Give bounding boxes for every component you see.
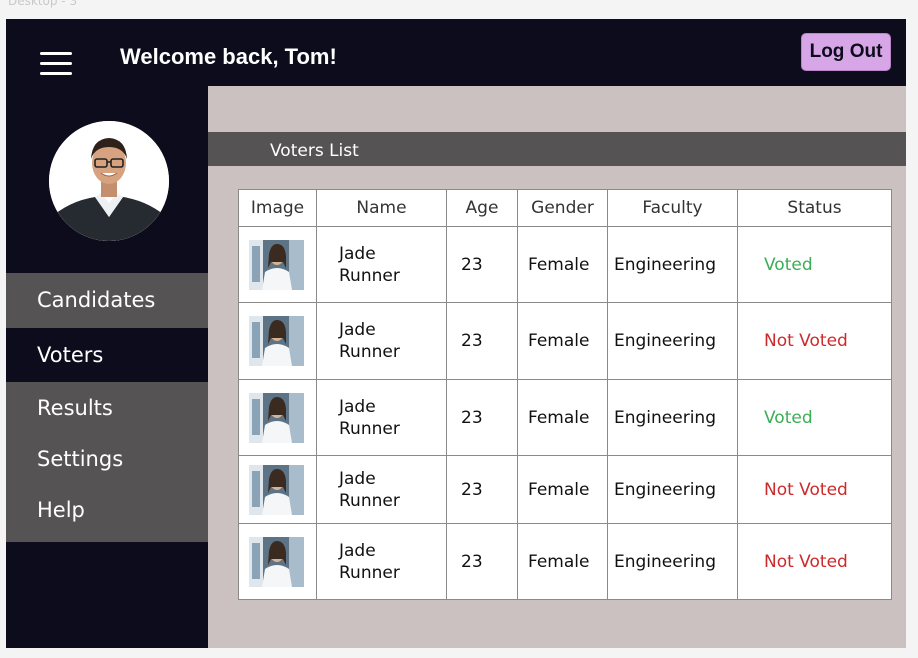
voter-status: Not Voted [737,455,892,524]
voter-last-name: Runner [339,265,400,286]
voter-image-cell [238,302,317,380]
voter-image-cell [238,226,317,303]
logout-button[interactable]: Log Out [801,33,891,71]
sidebar-item-help[interactable]: Help [6,485,208,542]
voter-faculty: Engineering [607,302,738,380]
welcome-message: Welcome back, Tom! [120,44,337,69]
sidebar-item-settings[interactable]: Settings [6,434,208,485]
sidebar-item-candidates[interactable]: Candidates [6,273,208,328]
table-row[interactable]: Jade Runner 23 Female Engineering Not Vot… [238,455,892,524]
voter-last-name: Runner [339,562,400,583]
voter-age: 23 [446,302,518,380]
voter-faculty: Engineering [607,523,738,600]
voter-age: 23 [446,226,518,303]
voter-age: 23 [446,379,518,456]
column-header-status: Status [737,189,892,227]
voter-name-cell: Jade Runner [316,226,447,303]
sidebar: Candidates Voters Results Settings Help [6,86,208,648]
voter-faculty: Engineering [607,226,738,303]
voter-image-cell [238,455,317,524]
voter-first-name: Jade [339,320,376,340]
voter-photo [249,239,304,290]
voter-gender: Female [517,379,608,456]
voter-name-cell: Jade Runner [316,455,447,524]
voter-name-cell: Jade Runner [316,379,447,456]
table-row[interactable]: Jade Runner 23 Female Engineering Voted [238,226,892,303]
voter-image-cell [238,379,317,456]
table-header-row: Image Name Age Gender Faculty Status [238,189,892,227]
sidebar-item-voters[interactable]: Voters [6,328,208,382]
voter-gender: Female [517,302,608,380]
avatar [49,121,169,241]
voter-photo [249,536,304,587]
voter-photo [249,392,304,443]
voter-name-cell: Jade Runner [316,302,447,380]
app-window: Welcome back, Tom! Log Out Candidates Vo… [6,19,906,648]
voter-photo [249,464,304,515]
main-content: Voters List Image Name Age Gender Facult… [208,86,906,648]
voter-status: Voted [737,226,892,303]
voter-first-name: Jade [339,396,376,417]
table-row[interactable]: Jade Runner 23 Female Engineering Not Vot… [238,523,892,600]
column-header-age: Age [446,189,518,227]
voter-gender: Female [517,226,608,303]
voter-status: Not Voted [737,523,892,600]
voter-age: 23 [446,455,518,524]
voter-image-cell [238,523,317,600]
voters-table: Image Name Age Gender Faculty Status Jad… [238,189,892,600]
sidebar-item-results[interactable]: Results [6,382,208,434]
voter-gender: Female [517,523,608,600]
table-row[interactable]: Jade Runner 23 Female Engineering Not Vot… [238,302,892,380]
column-header-image: Image [238,189,317,227]
voter-first-name: Jade [339,540,376,561]
voter-status: Voted [737,379,892,456]
top-bar: Welcome back, Tom! Log Out [6,19,906,86]
voter-photo [249,316,304,366]
voter-gender: Female [517,455,608,524]
voter-first-name: Jade [339,468,376,489]
voters-list-title: Voters List [208,132,906,166]
voter-age: 23 [446,523,518,600]
voter-first-name: Jade [339,243,376,264]
voter-name-cell: Jade Runner [316,523,447,600]
column-header-gender: Gender [517,189,608,227]
voter-faculty: Engineering [607,455,738,524]
column-header-faculty: Faculty [607,189,738,227]
hamburger-menu-icon[interactable] [40,52,72,76]
table-row[interactable]: Jade Runner 23 Female Engineering Voted [238,379,892,456]
column-header-name: Name [316,189,447,227]
voter-status: Not Voted [737,302,892,380]
voter-last-name: Runner [339,342,400,362]
voter-last-name: Runner [339,418,400,439]
frame-label: Desktop - 3 [8,0,78,8]
voter-last-name: Runner [339,490,400,511]
voter-faculty: Engineering [607,379,738,456]
